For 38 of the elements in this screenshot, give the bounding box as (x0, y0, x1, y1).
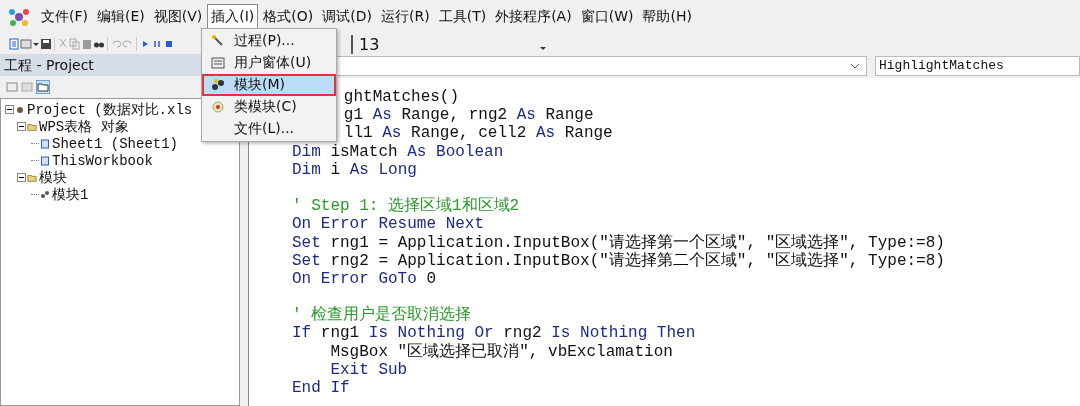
tree-item[interactable]: 模块1 (52, 185, 89, 204)
code-line: Dim i As Long (292, 160, 417, 179)
code-line: On Error GoTo 0 (292, 269, 437, 288)
tree-item[interactable]: 模块 (39, 168, 67, 187)
code-line: ghtMatches() (343, 88, 460, 106)
line-number: 13 (351, 34, 380, 54)
code-line: Dim isMatch As Boolean (292, 142, 504, 161)
procedure-dropdown[interactable]: HighlightMatches (875, 56, 1080, 76)
tree-item[interactable]: ThisWorkbook (52, 152, 153, 169)
code-line: MsgBox "区域选择已取消", vbExclamation (330, 342, 673, 361)
tree-item[interactable]: Sheet1 (Sheet1) (52, 135, 179, 152)
menu-item[interactable]: 类模块(C) (202, 96, 336, 118)
tree-item[interactable]: Project (数据对比.xls (27, 100, 193, 119)
menu-item[interactable]: 文件(F) (37, 4, 92, 30)
menu-item[interactable]: 过程(P)... (202, 30, 336, 52)
code-line: g1 As Range, rng2 As Range (343, 106, 594, 125)
menu-item[interactable]: 外接程序(A) (491, 4, 576, 30)
menu-item[interactable]: 视图(V) (149, 4, 207, 30)
menu-item[interactable]: 编辑(E) (93, 4, 149, 30)
code-line: Set rng1 = Application.InputBox("请选择第一个区域", "区域选择", Type:=8) (292, 233, 945, 252)
code-line: If rng1 Is Nothing Or rng2 Is Nothing Then (292, 324, 696, 343)
code-line: Set rng2 = Application.InputBox("请选择第二个区域", "区域选择", Type:=8) (292, 251, 945, 270)
code-line: On Error Resume Next (292, 215, 485, 234)
menu-item[interactable]: 运行(R) (377, 4, 434, 30)
menu-item[interactable]: 文件(L)... (202, 118, 336, 140)
code-line: ' Step 1: 选择区域1和区域2 (292, 197, 520, 216)
menu-item[interactable]: 工具(T) (434, 4, 491, 30)
code-line: ' 检查用户是否取消选择 (292, 306, 472, 325)
menu-item[interactable]: 窗口(W) (576, 4, 638, 30)
code-line: ll1 As Range, cell2 As Range (343, 124, 613, 143)
code-line: Exit Sub (330, 360, 408, 379)
menu-item[interactable]: 格式(O) (259, 4, 318, 30)
menu-item[interactable]: 模块(M) (202, 74, 336, 96)
code-line: End If (292, 379, 350, 397)
tree-item[interactable]: WPS表格 对象 (39, 117, 129, 136)
menu-item[interactable]: 帮助(H) (638, 4, 696, 30)
menu-item[interactable]: 调试(D) (318, 4, 376, 30)
menu-item[interactable]: 插入(I) (207, 4, 259, 30)
